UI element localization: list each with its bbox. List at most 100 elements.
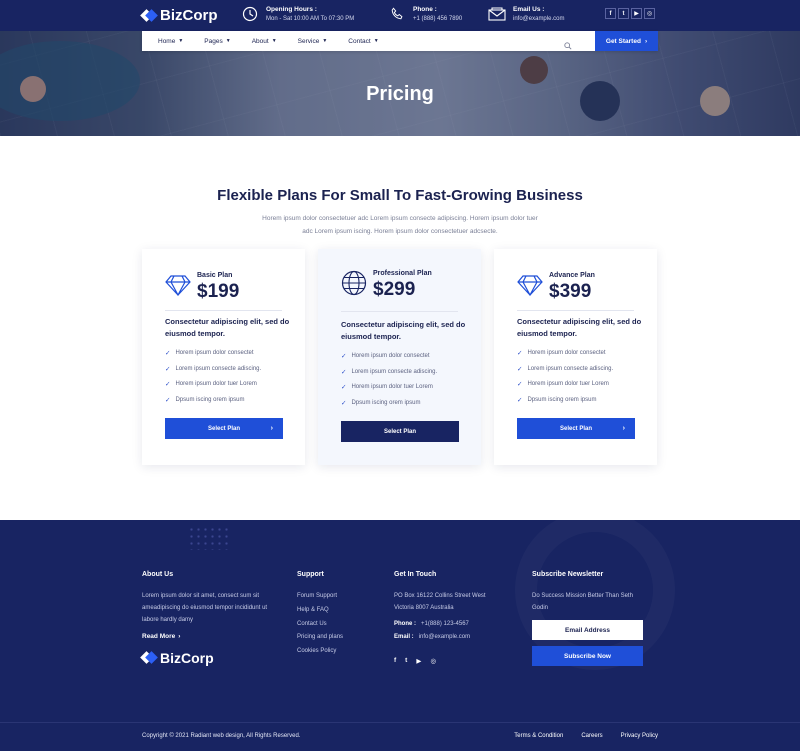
feature-item: ✓ Horem ipsum dolor consectet	[165, 349, 254, 357]
legal-links: Terms & Condition Careers Privacy Policy	[514, 733, 658, 739]
select-plan-button[interactable]: Select Plan ›	[165, 418, 283, 439]
youtube-icon[interactable]: ▶	[631, 8, 642, 19]
top-bar: BizCorp Opening Hours : Mon - Sat 10:00 …	[0, 0, 800, 31]
email-value[interactable]: info@example.com	[513, 16, 564, 22]
feature-item: ✓ Dpsum iscing orem ipsum	[165, 396, 245, 404]
feature-item: ✓ Horem ipsum dolor tuer Lorem	[341, 384, 433, 392]
divider	[517, 310, 634, 311]
pricing-heading: Flexible Plans For Small To Fast-Growing…	[217, 187, 583, 204]
footer-about-text: Lorem ipsum dolor sit amet, consect sum …	[142, 593, 268, 623]
diamond-icon	[165, 274, 191, 301]
logo-text: BizCorp	[160, 7, 218, 24]
footer-socials: f t ▶ ◎	[394, 657, 436, 665]
check-icon: ✓	[165, 381, 171, 389]
footer-logo[interactable]: BizCorp	[140, 650, 214, 666]
check-icon: ✓	[517, 349, 523, 357]
terms-link[interactable]: Terms & Condition	[514, 733, 563, 739]
check-icon: ✓	[517, 365, 523, 373]
logo-mark-icon	[140, 651, 158, 664]
feature-item: ✓ Horem ipsum dolor consectet	[341, 352, 430, 360]
read-more-link[interactable]: Read More ›	[142, 633, 270, 640]
select-plan-button[interactable]: Select Plan	[341, 421, 459, 442]
plan-name: Basic Plan	[197, 272, 233, 279]
privacy-policy-link[interactable]: Privacy Policy	[621, 733, 658, 739]
plan-name: Advance Plan	[549, 272, 595, 279]
nav-item-about[interactable]: About ▼	[252, 38, 277, 45]
chevron-down-icon: ▼	[373, 38, 379, 44]
check-icon: ✓	[165, 396, 171, 404]
search-icon[interactable]	[564, 37, 572, 50]
chevron-right-icon: ›	[644, 37, 648, 45]
twitter-icon[interactable]: t	[405, 657, 407, 665]
hours-value: Mon - Sat 10:00 AM To 07:30 PM	[266, 16, 355, 22]
chevron-right-icon: ›	[622, 425, 625, 432]
careers-link[interactable]: Careers	[581, 733, 602, 739]
twitter-icon[interactable]: t	[618, 8, 629, 19]
pricing-card-advance: Advance Plan $399 Consectetur adipiscing…	[494, 249, 657, 465]
feature-item: ✓ Lorem ipsum consecte adiscing.	[341, 368, 438, 376]
divider	[165, 310, 282, 311]
header-logo[interactable]: BizCorp	[140, 7, 218, 24]
phone-label: Phone :	[413, 6, 437, 13]
nav-item-service[interactable]: Service ▼	[298, 38, 328, 45]
pricing-subtitle: Horem ipsum dolor consectetuer adc Lorem…	[262, 215, 538, 235]
feature-list: ✓ Horem ipsum dolor consectet ✓ Lorem ipsu…	[165, 345, 261, 408]
footer-link[interactable]: Contact Us	[297, 618, 343, 632]
chevron-down-icon: ▼	[178, 38, 184, 44]
feature-item: ✓ Lorem ipsum consecte adiscing.	[517, 365, 614, 373]
subscribe-button[interactable]: Subscribe Now	[532, 646, 643, 666]
email-label: Email Us :	[513, 6, 545, 13]
feature-item: ✓ Dpsum iscing orem ipsum	[517, 396, 597, 404]
chevron-right-icon: ›	[178, 633, 181, 640]
chevron-down-icon: ▼	[225, 38, 231, 44]
footer-link[interactable]: Help & FAQ	[297, 604, 343, 618]
hours-label: Opening Hours :	[266, 6, 317, 13]
check-icon: ✓	[165, 365, 171, 373]
plan-description: Consectetur adipiscing elit, sed do eius…	[341, 320, 466, 341]
nav-item-pages[interactable]: Pages ▼	[204, 38, 230, 45]
plan-price: $399	[549, 281, 592, 302]
footer-link[interactable]: Cookies Policy	[297, 645, 343, 659]
newsletter-title: Subscribe Newsletter	[532, 571, 604, 578]
check-icon: ✓	[165, 349, 171, 357]
feature-list: ✓ Horem ipsum dolor consectet ✓ Lorem ipsu…	[341, 348, 437, 411]
footer-link[interactable]: Forum Support	[297, 590, 343, 604]
footer-email: Email : info@example.com	[394, 634, 471, 640]
footer-divider	[0, 722, 800, 723]
footer-about: About Us Lorem ipsum dolor sit amet, con…	[142, 571, 270, 640]
nav-item-home[interactable]: Home ▼	[158, 38, 183, 45]
check-icon: ✓	[341, 352, 347, 360]
feature-item: ✓ Dpsum iscing orem ipsum	[341, 399, 421, 407]
youtube-icon[interactable]: ▶	[416, 657, 421, 665]
chevron-down-icon: ▼	[271, 38, 277, 44]
check-icon: ✓	[341, 368, 347, 376]
opening-hours: Opening Hours : Mon - Sat 10:00 AM To 07…	[241, 5, 354, 23]
phone-value[interactable]: +1 (888) 456 7890	[413, 16, 462, 22]
feature-item: ✓ Horem ipsum dolor tuer Lorem	[165, 381, 257, 389]
main-nav: Home ▼ Pages ▼ About ▼ Service ▼ Contact ▼ Ge…	[142, 31, 658, 51]
plan-description: Consectetur adipiscing elit, sed do eius…	[165, 317, 290, 338]
diamond-icon	[517, 274, 543, 301]
divider	[341, 311, 458, 312]
instagram-icon[interactable]: ◎	[430, 657, 436, 665]
pricing-card-professional: Professional Plan $299 Consectetur adipi…	[318, 249, 481, 465]
footer-link[interactable]: Pricing and plans	[297, 631, 343, 645]
phone-icon	[388, 5, 406, 23]
facebook-icon[interactable]: f	[394, 657, 396, 665]
plan-price: $199	[197, 281, 240, 302]
plan-description: Consectetur adipiscing elit, sed do eius…	[517, 317, 642, 338]
get-started-button[interactable]: Get Started ›	[595, 31, 658, 51]
footer-address: PO Box 16122 Collins Street West Victori…	[394, 593, 486, 611]
nav-item-contact[interactable]: Contact ▼	[348, 38, 378, 45]
footer-support-title: Support	[297, 571, 324, 578]
check-icon: ✓	[517, 396, 523, 404]
feature-item: ✓ Lorem ipsum consecte adiscing.	[165, 365, 262, 373]
check-icon: ✓	[341, 384, 347, 392]
select-plan-button[interactable]: Select Plan ›	[517, 418, 635, 439]
facebook-icon[interactable]: f	[605, 8, 616, 19]
newsletter-text: Do Success Mission Better Than Seth Godi…	[532, 593, 633, 611]
instagram-icon[interactable]: ◎	[644, 8, 655, 19]
dot-pattern	[188, 526, 228, 550]
newsletter-email-input[interactable]: Email Address	[532, 620, 643, 640]
check-icon: ✓	[341, 399, 347, 407]
